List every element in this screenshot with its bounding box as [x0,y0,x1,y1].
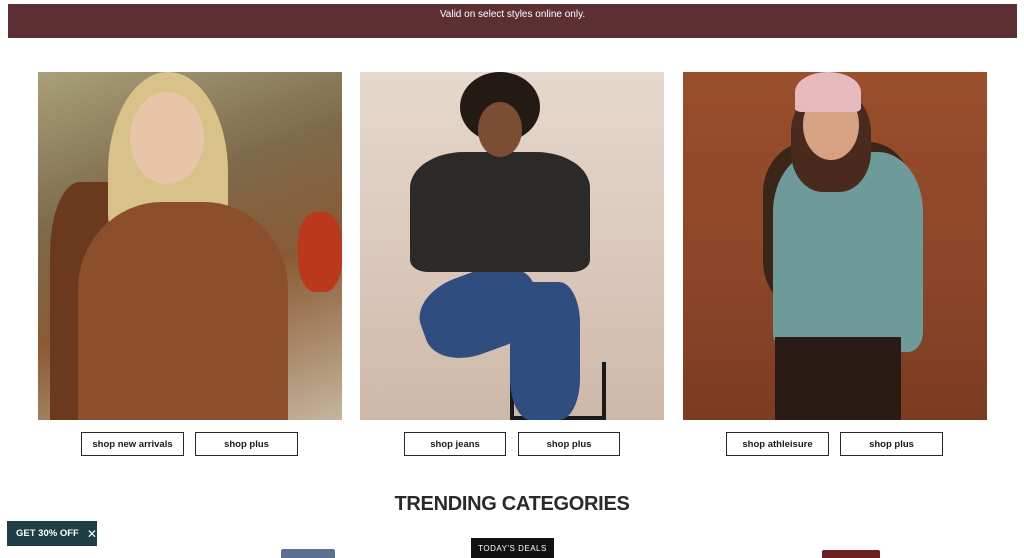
model-leggings [775,337,901,420]
shop-new-arrivals-button[interactable]: shop new arrivals [81,432,184,456]
shop-athleisure-button[interactable]: shop athleisure [726,432,829,456]
model-leather-jacket [410,152,590,272]
todays-deals-label: TODAY'S DEALS [478,543,547,553]
promo-image-new-arrivals[interactable] [38,72,342,420]
model-face [478,102,522,157]
shop-jeans-button[interactable]: shop jeans [404,432,506,456]
model-sweater [78,202,288,420]
promo-image-athleisure[interactable] [683,72,987,420]
discount-label: GET 30% OFF [16,528,79,539]
promo-card-jeans: shop jeans shop plus [360,72,664,456]
model-face [130,92,204,184]
section-title: TRENDING CATEGORIES [394,493,630,515]
shop-plus-button[interactable]: shop plus [195,432,298,456]
close-icon[interactable]: ✕ [87,527,97,541]
shop-plus-button[interactable]: shop plus [840,432,943,456]
promo-image-jeans[interactable] [360,72,664,420]
category-thumbnail-jeans[interactable] [281,549,335,558]
promo-card-new-arrivals: shop new arrivals shop plus [38,72,342,456]
promo-card-athleisure: shop athleisure shop plus [683,72,987,456]
model-cap [795,72,861,112]
category-thumbnail-skirt[interactable] [822,550,880,558]
discount-pill[interactable]: GET 30% OFF ✕ [7,521,97,546]
shop-plus-button[interactable]: shop plus [518,432,620,456]
promo-banner: Valid on select styles online only. [8,4,1017,38]
promo-banner-text: Valid on select styles online only. [439,9,586,20]
flowers [298,212,342,292]
todays-deals-tab[interactable]: TODAY'S DEALS [471,538,554,558]
model-jeans-right [510,282,580,420]
